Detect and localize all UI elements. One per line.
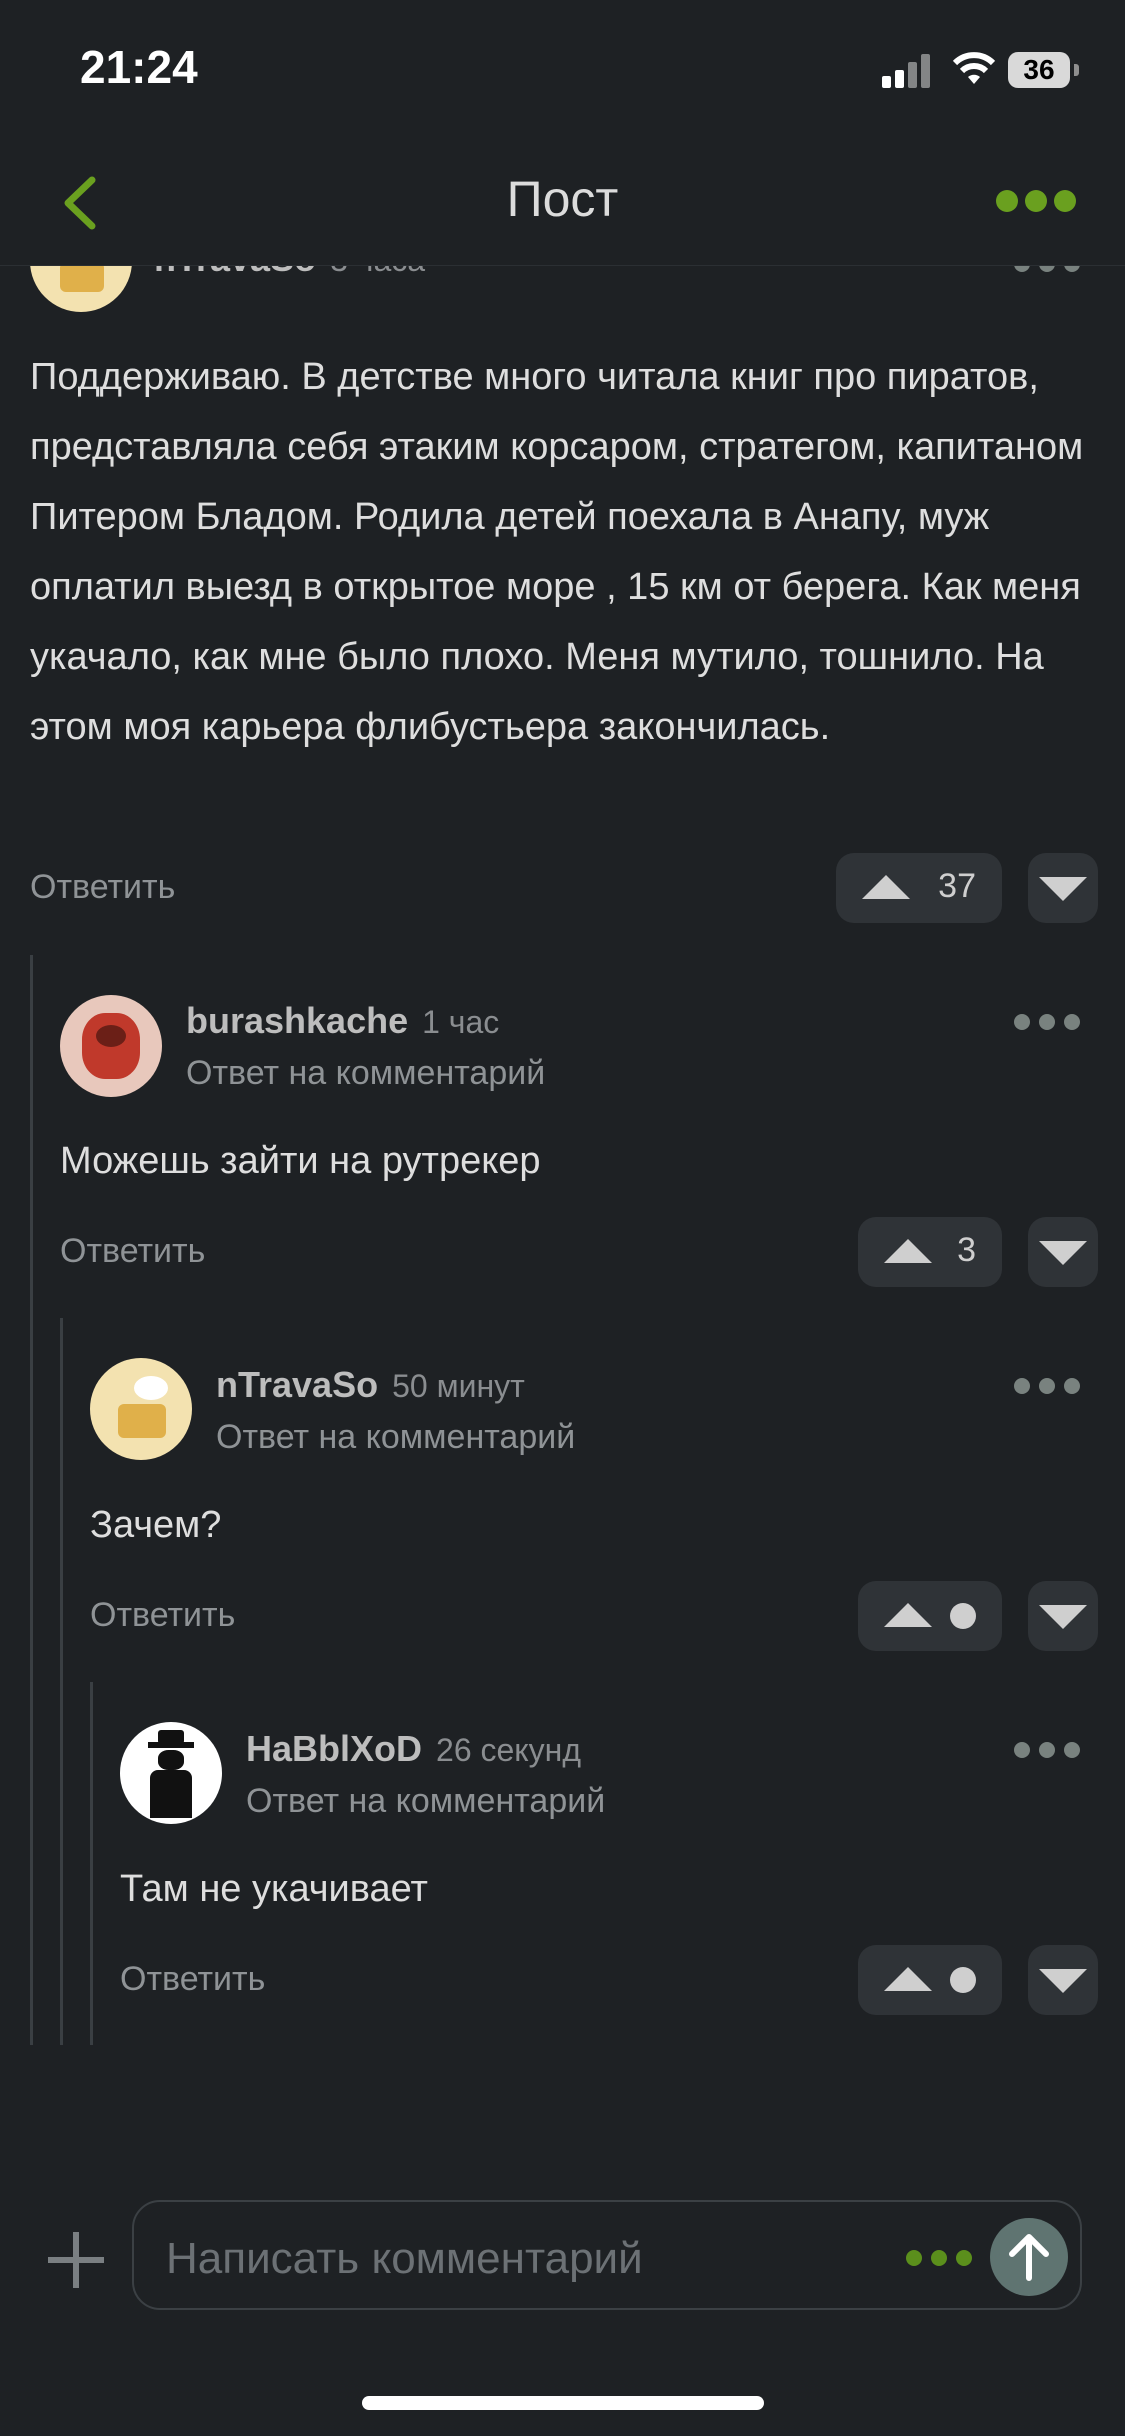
comment-input[interactable]: Написать комментарий — [132, 2200, 1082, 2310]
comment-author[interactable]: nTravaSo 50 минут — [216, 1364, 525, 1406]
hidden-rating-dot — [950, 1603, 976, 1629]
vote-count: 37 — [938, 867, 976, 905]
arrow-down-icon — [1039, 1241, 1087, 1265]
reply-button[interactable]: Ответить — [30, 868, 175, 907]
battery-percent: 36 — [1023, 54, 1055, 85]
add-attachment-button[interactable] — [48, 2232, 104, 2288]
downvote-button[interactable] — [1028, 1945, 1098, 2015]
avatar[interactable] — [120, 1722, 222, 1824]
upvote-button[interactable]: 3 — [858, 1217, 1002, 1287]
upvote-button[interactable] — [858, 1581, 1002, 1651]
hidden-rating-dot — [950, 1967, 976, 1993]
upvote-button[interactable] — [858, 1945, 1002, 2015]
reply-context: Ответ на комментарий — [246, 1782, 606, 1820]
home-indicator[interactable] — [362, 2396, 764, 2410]
avatar[interactable] — [60, 995, 162, 1097]
arrow-down-icon — [1039, 1969, 1087, 1993]
thread-line — [60, 1318, 63, 2045]
arrow-up-icon — [884, 1239, 932, 1263]
thread-line — [90, 1682, 93, 2045]
arrow-up-icon — [1009, 2234, 1049, 2281]
thread-line — [30, 955, 33, 2045]
comment-body: Там не укачивает — [120, 1868, 428, 1910]
more-options-button[interactable] — [996, 190, 1076, 216]
wifi-icon — [950, 50, 998, 88]
arrow-up-icon — [884, 1967, 932, 1991]
comment-body: Зачем? — [90, 1504, 222, 1546]
comment-author[interactable]: HaBblXoD 26 секунд — [246, 1728, 581, 1770]
arrow-down-icon — [1039, 877, 1087, 901]
downvote-button[interactable] — [1028, 1217, 1098, 1287]
reply-context: Ответ на комментарий — [216, 1418, 576, 1456]
reply-context: Ответ на комментарий — [186, 1054, 546, 1092]
comment-author[interactable]: burashkache 1 час — [186, 1000, 499, 1042]
comment-input-placeholder: Написать комментарий — [166, 2234, 643, 2283]
vote-count: 3 — [957, 1231, 976, 1269]
comment-more-button[interactable] — [1014, 1012, 1080, 1032]
upvote-button[interactable]: 37 — [836, 853, 1002, 923]
reply-button[interactable]: Ответить — [60, 1232, 205, 1271]
comment-body: Можешь зайти на рутрекер — [60, 1140, 541, 1182]
top-nav-bar: Пост — [0, 140, 1125, 266]
typing-dots-icon — [906, 2248, 972, 2268]
comment-body: Поддерживаю. В детстве много читала книг… — [30, 356, 1084, 748]
comment-more-button[interactable] — [1014, 1740, 1080, 1760]
cellular-signal-icon — [882, 52, 934, 88]
reply-button[interactable]: Ответить — [90, 1596, 235, 1635]
send-button[interactable] — [990, 2218, 1068, 2296]
avatar[interactable] — [90, 1358, 192, 1460]
arrow-up-icon — [862, 875, 910, 899]
arrow-down-icon — [1039, 1605, 1087, 1629]
arrow-up-icon — [884, 1603, 932, 1627]
status-time: 21:24 — [80, 41, 198, 93]
downvote-button[interactable] — [1028, 853, 1098, 923]
reply-button[interactable]: Ответить — [120, 1960, 265, 1999]
downvote-button[interactable] — [1028, 1581, 1098, 1651]
comment-more-button[interactable] — [1014, 1376, 1080, 1396]
battery-icon: 36 — [1008, 52, 1079, 88]
page-title: Пост — [506, 171, 619, 227]
